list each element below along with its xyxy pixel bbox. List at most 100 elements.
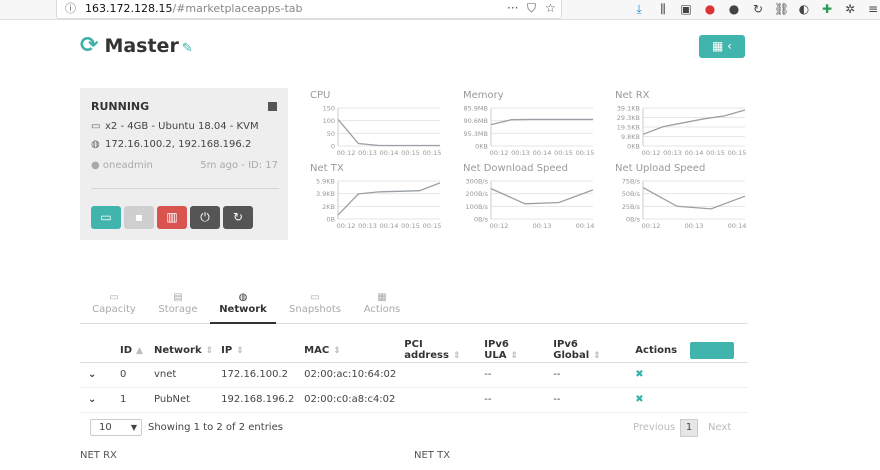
library-icon[interactable]: ⫼ [656,2,670,16]
previous-button[interactable]: Previous [633,422,675,433]
tab-actions[interactable]: ▦ Actions [356,292,408,324]
col-ipv6-global[interactable]: IPv6 Global ⇕ [545,339,628,363]
menu-icon[interactable]: ≡ [866,2,880,16]
y-tick-label: 100 [323,117,335,125]
y-tick-label: 29.3KB [617,114,640,122]
sidebar-icon[interactable]: ▣ [679,2,693,16]
pocket-icon[interactable]: ⛉ [527,0,536,17]
power-button[interactable]: ⏻ [190,206,220,229]
col-network[interactable]: Network ⇕ [146,339,214,363]
detach-icon[interactable]: ✖ [635,369,643,380]
tab-label: Capacity [92,304,136,315]
series-line [337,182,441,216]
col-pci[interactable]: PCI address ⇕ [396,339,477,363]
delete-button[interactable]: ▥ [157,206,187,229]
table-row[interactable]: ⌄ 0 vnet 172.16.100.2 02:00:ac:10:64:02 … [80,362,748,388]
edit-pencil-icon[interactable]: ✎ [182,41,193,56]
grid-icon: ▦ [712,39,724,53]
col-label: IP [221,344,233,356]
table-row[interactable]: ⌄ 1 PubNet 192.168.196.2 02:00:c0:a8:c4:… [80,387,748,413]
x-tick-label: 00:15 [576,149,595,157]
download-icon[interactable]: ⤓ [632,2,646,16]
x-tick-label: 00:15 [401,222,420,230]
info-icon[interactable]: ⓘ [65,0,76,17]
expand-cell[interactable]: ⌄ [80,387,112,413]
expand-cell[interactable]: ⌄ [80,362,112,388]
y-tick-label: 9.8KB [621,133,640,141]
col-ip[interactable]: IP ⇕ [213,339,297,363]
monitor-icon: ▭ [109,292,119,303]
x-tick-label: 00:14 [685,149,704,157]
x-tick-label: 00:15 [401,149,420,157]
bookmark-star-icon[interactable]: ☆ [545,0,556,17]
power-icon: ⏻ [200,210,210,224]
x-tick-label: 00:12 [642,222,661,230]
sort-icon: ⇕ [333,345,341,356]
detach-icon[interactable]: ✖ [635,394,643,405]
col-ipv6-ula[interactable]: IPv6 ULA ⇕ [476,339,546,363]
reboot-button[interactable]: ↻ [223,206,253,229]
chart-title: Net RX [615,90,650,101]
save-button[interactable]: ▪ [124,206,154,229]
col-id[interactable]: ID ▲ [112,339,146,363]
table-pager: 10 ▼ Showing 1 to 2 of 2 entries Previous… [80,419,748,439]
stop-icon[interactable] [268,102,277,111]
chevron-down-icon[interactable]: ⌄ [88,394,96,405]
more-icon[interactable]: ··· [507,0,518,17]
col-label: Actions [635,344,678,356]
link-icon[interactable]: ⛓ [774,2,789,16]
sort-icon: ⇕ [593,351,601,362]
plus-extension-icon[interactable]: ✚ [820,2,834,16]
chart-title: Net TX [310,163,344,174]
tab-network[interactable]: ◍ Network [210,292,276,324]
add-nic-button[interactable] [690,341,735,359]
x-tick-label: 00:14 [380,222,399,230]
address-bar[interactable]: ⓘ 163.172.128.15/#marketplaceapps-tab ··… [56,0,562,19]
tab-storage[interactable]: ▤ Storage [152,292,204,324]
sort-icon: ⇕ [205,345,214,356]
y-tick-label: 50B/s [622,190,641,198]
x-tick-label: 00:14 [728,222,747,230]
settings-icon[interactable]: ✲ [843,2,857,16]
col-mac[interactable]: MAC ⇕ [296,339,397,363]
extension-icon[interactable]: ◐ [797,2,811,16]
next-button[interactable]: Next [708,422,731,433]
adblock-icon[interactable]: ● [703,2,717,16]
col-label: ID [120,344,133,356]
x-tick-label: 00:12 [490,149,509,157]
y-tick-label: 200B/s [466,190,489,198]
refresh-icon[interactable]: ⟳ [80,33,98,58]
col-label: MAC [304,344,330,356]
net-rx-heading: NET RX [80,450,117,461]
x-tick-label: 00:14 [380,149,399,157]
extension-dark-icon[interactable]: ● [727,2,741,16]
vnc-button[interactable]: ▭ [91,206,121,229]
cell-empty [682,362,748,388]
col-expand [80,339,112,363]
vm-info-card: RUNNING ▭ x2 - 4GB - Ubuntu 18.04 - KVM ◍… [80,88,288,240]
chart-title: Memory [463,90,504,101]
cell-mac: 02:00:ac:10:64:02 [296,362,397,388]
y-tick-label: 390.6MB [463,117,488,125]
tab-label: Network [219,304,267,315]
x-tick-label: 00:13 [511,149,530,157]
y-tick-label: 39.1KB [617,105,640,113]
back-to-list-button[interactable]: ▦ ‹ [699,35,745,58]
vm-name: Master [104,35,179,57]
col-actions: Actions [627,339,683,363]
chevron-down-icon[interactable]: ⌄ [88,369,96,380]
sync-icon[interactable]: ↻ [751,2,765,16]
page-size-select[interactable]: 10 ▼ [90,419,142,436]
trash-icon: ▥ [166,210,178,224]
tab-snapshots[interactable]: ▭ Snapshots [284,292,346,324]
page-1-button[interactable]: 1 [680,419,698,437]
y-tick-label: 50 [327,130,335,138]
cell-pci [396,362,477,388]
cell-ipv6-global: -- [545,387,628,413]
vm-ips: 172.16.100.2, 192.168.196.2 [105,139,252,150]
entries-info: Showing 1 to 2 of 2 entries [148,422,283,433]
chart-svg: 5.9KB3.9KB2KB0B00:12 00:13 00:14 00:15 00:15 [316,178,441,231]
tab-capacity[interactable]: ▭ Capacity [88,292,140,324]
y-tick-label: 0KB [475,143,488,151]
y-tick-label: 300B/s [466,178,489,186]
